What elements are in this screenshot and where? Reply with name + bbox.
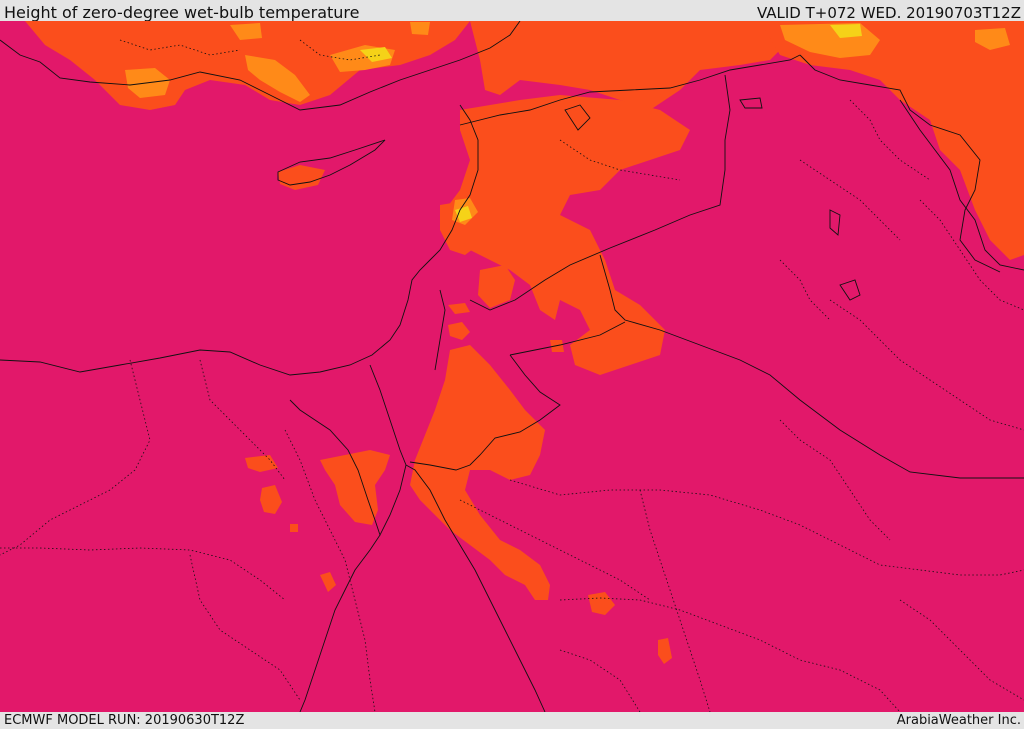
map-title: Height of zero-degree wet-bulb temperatu… — [4, 3, 360, 22]
map-canvas[interactable] — [0, 21, 1024, 712]
map-svg — [0, 21, 1024, 712]
model-run: ECMWF MODEL RUN: 20190630T12Z — [4, 713, 245, 728]
credit-text: ArabiaWeather Inc. — [896, 713, 1021, 728]
footer-bar: ECMWF MODEL RUN: 20190630T12Z ArabiaWeat… — [0, 712, 1024, 729]
valid-time: VALID T+072 WED. 20190703T12Z — [756, 4, 1021, 22]
header-bar: Height of zero-degree wet-bulb temperatu… — [0, 0, 1024, 22]
